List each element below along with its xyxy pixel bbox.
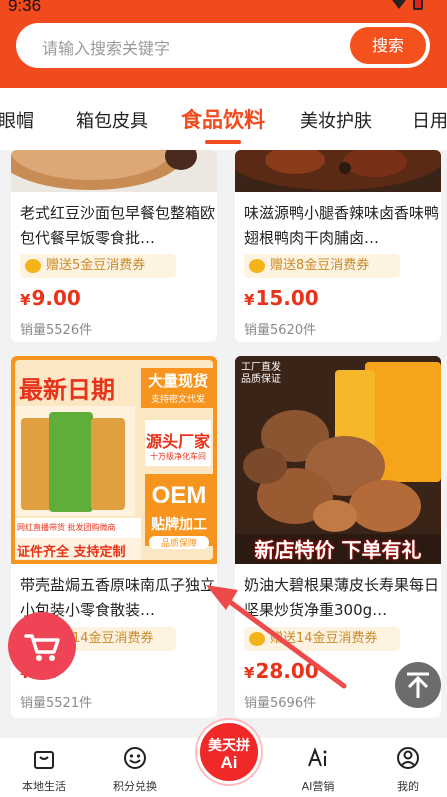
tab-bags[interactable]: 箱包皮具 bbox=[76, 107, 148, 133]
nav-local-life[interactable]: 本地生活 bbox=[9, 738, 79, 797]
product-card[interactable]: 老式红豆沙面包早餐包整箱欧包代餐早饭零食批… 赠送5金豆消费券 ¥9.00 销量… bbox=[11, 150, 217, 342]
product-image-seeds: 最新日期 大量现货 支持密文代发 源头厂家 十万级净化车间 OEM 贴牌加工 品… bbox=[11, 356, 217, 564]
image-badge-tag: 品质保障 bbox=[149, 536, 209, 549]
smile-face-icon bbox=[124, 747, 146, 769]
image-badge-sub: 贴牌加工 bbox=[151, 517, 207, 533]
gold-bean-icon bbox=[249, 632, 265, 646]
product-image-bread bbox=[11, 150, 217, 192]
tab-food-drinks[interactable]: 食品饮料 bbox=[181, 104, 265, 134]
pecan-illustration bbox=[235, 356, 441, 564]
product-title: 老式红豆沙面包早餐包整箱欧包代餐早饭零食批… bbox=[20, 204, 216, 247]
cart-icon bbox=[24, 634, 60, 661]
image-corner: 工厂直发 bbox=[241, 362, 281, 373]
nav-label: 我的 bbox=[397, 780, 419, 793]
gold-bean-icon bbox=[249, 259, 265, 273]
product-sales: 销量5620件 bbox=[244, 323, 317, 338]
shopping-bag-icon bbox=[34, 751, 54, 769]
image-badge-sub: 支持密文代发 bbox=[150, 395, 205, 405]
product-image-duck bbox=[235, 150, 441, 192]
image-badge-sub: 十万级净化车间 bbox=[150, 452, 206, 461]
image-badge: OEM bbox=[151, 482, 207, 509]
center-logo-sub: Ai bbox=[220, 753, 238, 772]
floating-cart-button[interactable] bbox=[8, 612, 76, 680]
nav-ai-marketing[interactable]: AI营销 bbox=[283, 738, 353, 797]
header: 9:36 请输入搜索关键字 搜索 bbox=[0, 0, 447, 88]
image-headline: 最新日期 bbox=[19, 376, 115, 404]
nav-label: AI营销 bbox=[301, 780, 335, 793]
coupon-badge: 赠送14金豆消费券 bbox=[244, 627, 400, 651]
active-tab-indicator bbox=[205, 140, 241, 144]
product-image-pecans: 工厂直发 品质保证 新店特价 下单有礼 bbox=[235, 356, 441, 564]
status-time: 9:36 bbox=[8, 0, 42, 15]
tab-hats[interactable]: 眼帽 bbox=[0, 107, 34, 133]
arrow-up-icon bbox=[407, 672, 429, 698]
image-badge: 源头厂家 bbox=[145, 432, 210, 451]
nav-points[interactable]: 积分兑换 bbox=[100, 738, 170, 797]
image-footer: 网红直播带货 批发团购微商 bbox=[17, 523, 116, 532]
wifi-icon bbox=[391, 0, 407, 9]
coupon-badge: 赠送5金豆消费券 bbox=[20, 254, 176, 278]
tab-beauty[interactable]: 美妆护肤 bbox=[300, 107, 372, 133]
nav-label: 积分兑换 bbox=[113, 780, 157, 793]
search-input[interactable]: 请输入搜索关键字 搜索 bbox=[16, 23, 430, 68]
product-title: 奶油大碧根果薄皮长寿果每日坚果炒货净重300g… bbox=[244, 576, 440, 619]
image-banner: 新店特价 下单有礼 bbox=[254, 538, 422, 562]
product-title: 味滋源鸭小腿香辣味卤香味鸭翅根鸭肉干肉脯卤… bbox=[244, 204, 440, 247]
product-price: ¥15.00 bbox=[244, 286, 319, 310]
image-badge: 大量现货 bbox=[147, 372, 208, 390]
ai-icon bbox=[308, 747, 327, 767]
user-icon bbox=[397, 747, 419, 769]
center-logo-text: 美天拼 bbox=[208, 737, 250, 753]
product-sales: 销量5696件 bbox=[244, 696, 317, 711]
tab-daily[interactable]: 日用 bbox=[412, 107, 447, 133]
category-tabs: 眼帽 箱包皮具 食品饮料 美妆护肤 日用 bbox=[0, 88, 447, 150]
product-price: ¥9.00 bbox=[20, 286, 81, 310]
nav-mine[interactable]: 我的 bbox=[373, 738, 443, 797]
product-price: ¥28.00 bbox=[244, 659, 319, 683]
search-button[interactable]: 搜索 bbox=[350, 27, 426, 64]
battery-icon bbox=[413, 0, 423, 10]
product-sales: 销量5521件 bbox=[20, 696, 93, 711]
status-icons bbox=[391, 0, 423, 10]
image-footer: 证件齐全 支持定制 bbox=[17, 545, 126, 560]
status-bar: 9:36 bbox=[0, 0, 447, 18]
nav-label: 本地生活 bbox=[22, 780, 66, 793]
center-logo-button[interactable]: 美天拼 Ai bbox=[197, 720, 261, 784]
product-sales: 销量5526件 bbox=[20, 323, 93, 338]
gold-bean-icon bbox=[25, 259, 41, 273]
image-corner: 品质保证 bbox=[241, 374, 281, 385]
search-placeholder: 请输入搜索关键字 bbox=[42, 39, 171, 58]
coupon-badge: 赠送8金豆消费券 bbox=[244, 254, 400, 278]
product-card[interactable]: 味滋源鸭小腿香辣味卤香味鸭翅根鸭肉干肉脯卤… 赠送8金豆消费券 ¥15.00 销… bbox=[235, 150, 441, 342]
back-to-top-button[interactable] bbox=[395, 662, 441, 708]
